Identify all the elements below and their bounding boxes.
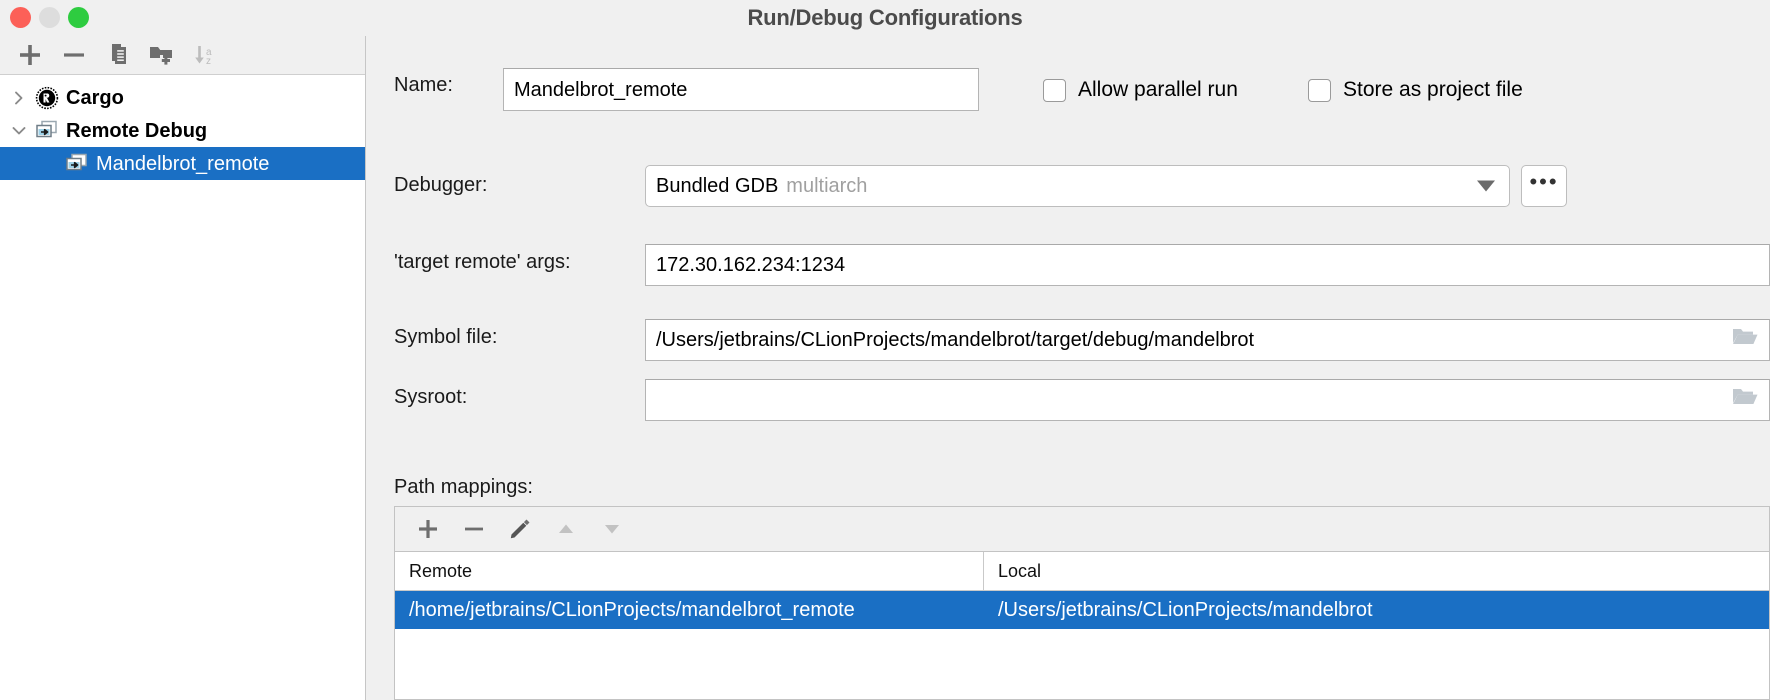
column-header-local[interactable]: Local [984,552,1769,590]
target-remote-args-value: 172.30.162.234:1234 [656,254,846,276]
store-as-project-file-label: Store as project file [1343,78,1523,101]
column-header-remote[interactable]: Remote [395,552,984,590]
tree-item-mandelbrot-remote[interactable]: Mandelbrot_remote [0,147,365,180]
symbol-file-label: Symbol file: [394,326,498,348]
chevron-down-icon[interactable] [6,118,32,144]
sysroot-input[interactable] [645,379,1770,421]
allow-parallel-run-checkbox-row[interactable]: Allow parallel run [1043,78,1238,102]
new-folder-button[interactable] [140,38,184,72]
target-remote-args-label: 'target remote' args: [394,251,571,273]
tree-item-remote-debug[interactable]: Remote Debug [0,114,365,147]
debugger-more-label: ••• [1529,168,1559,194]
add-configuration-button[interactable] [8,38,52,72]
path-mappings-panel: Remote Local /home/jetbrains/CLionProjec… [394,506,1770,700]
configurations-toolbar: a z [0,36,365,75]
tree-item-label: Mandelbrot_remote [96,152,270,175]
target-remote-args-row: 'target remote' args: [394,251,571,274]
debugger-label: Debugger: [394,174,488,196]
sort-alphabetically-button[interactable]: a z [184,38,228,72]
allow-parallel-run-label: Allow parallel run [1078,78,1238,101]
name-input-value: Mandelbrot_remote [514,78,688,101]
symbol-file-row: Symbol file: [394,326,497,349]
debugger-value-suffix: multiarch [786,174,868,197]
window-title: Run/Debug Configurations [747,5,1023,30]
chevron-down-icon[interactable] [1477,180,1495,192]
run-debug-configurations-dialog: Run/Debug Configurations a z Cargo Remot… [0,0,1770,700]
path-mappings-header: Remote Local [395,552,1769,591]
add-mapping-button[interactable] [405,509,451,549]
folder-open-icon[interactable] [1731,386,1759,414]
target-remote-args-input[interactable]: 172.30.162.234:1234 [645,244,1770,286]
move-up-button[interactable] [543,509,589,549]
path-mappings-toolbar [395,507,1769,552]
allow-parallel-run-checkbox[interactable] [1043,78,1066,102]
path-mappings-empty-area[interactable] [395,629,1769,699]
store-as-project-file-checkbox-row[interactable]: Store as project file [1308,78,1523,102]
name-input[interactable]: Mandelbrot_remote [503,68,979,111]
name-label: Name: [394,74,453,96]
mapping-local-path: /Users/jetbrains/CLionProjects/mandelbro… [998,598,1373,621]
tree-item-label: Remote Debug [66,119,208,142]
debugger-combobox[interactable]: Bundled GDB multiarch [645,165,1510,207]
debugger-more-button[interactable]: ••• [1521,165,1567,207]
tree-item-cargo[interactable]: Cargo [0,81,365,114]
remove-configuration-button[interactable] [52,38,96,72]
remote-debug-icon [62,152,92,176]
symbol-file-value: /Users/jetbrains/CLionProjects/mandelbro… [656,329,1255,351]
svg-text:z: z [206,56,211,67]
store-as-project-file-checkbox[interactable] [1308,78,1331,102]
sysroot-row: Sysroot: [394,386,467,409]
chevron-right-icon[interactable] [6,85,32,111]
remote-debug-icon [32,119,62,143]
remove-mapping-button[interactable] [451,509,497,549]
folder-open-icon[interactable] [1731,326,1759,354]
move-down-button[interactable] [589,509,635,549]
path-mappings-label: Path mappings: [394,476,533,498]
tree-item-label: Cargo [66,86,124,109]
debugger-value: Bundled GDB [656,174,779,197]
name-row: Name: [394,74,499,97]
edit-mapping-button[interactable] [497,509,543,549]
table-row[interactable]: /home/jetbrains/CLionProjects/mandelbrot… [395,591,1769,629]
configurations-tree[interactable]: Cargo Remote Debug Mandelbrot_remote [0,75,365,180]
mapping-remote-path: /home/jetbrains/CLionProjects/mandelbrot… [395,591,984,629]
sysroot-label: Sysroot: [394,386,468,408]
copy-configuration-button[interactable] [96,38,140,72]
rust-cargo-icon [32,86,62,110]
symbol-file-input[interactable]: /Users/jetbrains/CLionProjects/mandelbro… [645,319,1770,361]
debugger-row: Debugger: [394,174,487,197]
title-bar: Run/Debug Configurations [0,0,1770,36]
configuration-form: Name: Mandelbrot_remote Allow parallel r… [367,36,1770,700]
configurations-panel: a z Cargo Remote Debug Mandelbrot_remote [0,36,366,700]
